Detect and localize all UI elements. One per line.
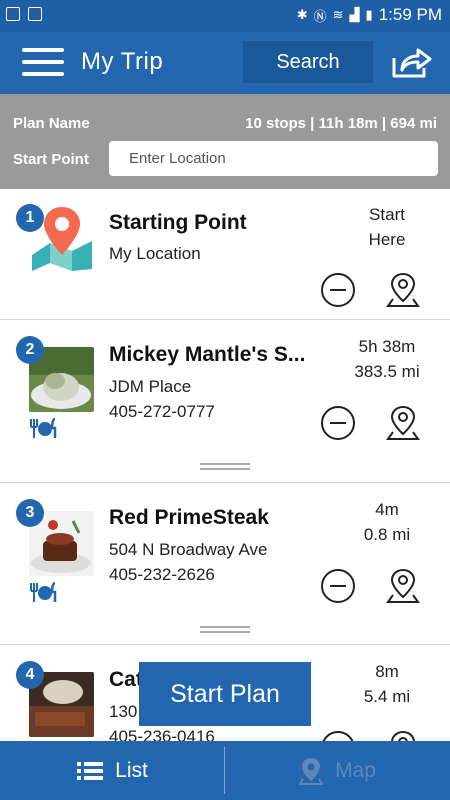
location-pin-icon[interactable] <box>385 271 421 309</box>
stop-name: Starting Point <box>109 211 247 234</box>
status-notification-icons <box>6 7 42 21</box>
gallery-icon <box>6 7 20 21</box>
share-icon[interactable] <box>390 44 432 80</box>
map-pin-icon <box>299 757 324 785</box>
stop-address: 504 N Broadway Ave <box>109 540 268 559</box>
page-title: My Trip <box>81 48 164 75</box>
stop-distance: 0.8 mi <box>363 525 411 544</box>
menu-icon[interactable] <box>22 48 64 78</box>
status-time: 1:59 PM <box>378 5 442 24</box>
stop-item[interactable]: 2 Mickey Mantle's S... JDM Place 405-272… <box>0 321 450 483</box>
stop-time: 4m <box>375 500 399 519</box>
bottom-tab-bar: List Map <box>0 741 450 800</box>
stop-address: JDM Place <box>109 377 192 396</box>
stop-address: My Location <box>109 244 201 263</box>
plan-summary: 10 stops | 11h 18m | 694 mi <box>245 115 437 132</box>
wifi-icon: ≋ <box>332 7 344 22</box>
tab-list-label: List <box>115 758 148 782</box>
restaurant-icon <box>30 581 57 602</box>
stop-number-badge: 2 <box>16 336 44 364</box>
stop-distance: Here <box>368 230 406 249</box>
remove-stop-button[interactable] <box>321 273 355 307</box>
stop-name: Mickey Mantle's S... <box>109 343 306 366</box>
location-pin-icon[interactable] <box>385 404 421 442</box>
remove-stop-button[interactable] <box>321 406 355 440</box>
stop-time: Start <box>369 205 405 224</box>
tab-list[interactable]: List <box>0 741 225 800</box>
start-location-input[interactable] <box>109 141 438 176</box>
stop-time: 8m <box>375 662 399 681</box>
app-bar: My Trip Search <box>0 32 450 94</box>
battery-icon: ▮ <box>365 7 373 22</box>
stop-name: Red PrimeSteak <box>109 506 269 529</box>
remove-stop-button[interactable] <box>321 569 355 603</box>
status-system-icons: ✱ Ⓝ ≋ ▟ ▮ 1:59 PM <box>297 5 442 25</box>
list-icon <box>77 761 104 780</box>
tab-map[interactable]: Map <box>225 741 450 800</box>
plan-name-label: Plan Name <box>13 115 90 132</box>
signal-icon: ▟ <box>349 7 360 22</box>
stop-phone: 405-232-2626 <box>109 565 215 584</box>
plan-info-bar: Plan Name 10 stops | 11h 18m | 694 mi St… <box>0 94 450 189</box>
document-icon <box>28 7 42 21</box>
search-button[interactable]: Search <box>243 41 373 83</box>
drag-handle[interactable] <box>200 463 250 471</box>
stop-item[interactable]: 3 Red PrimeSteak 504 N Broadway Ave 405-… <box>0 484 450 645</box>
start-point-label: Start Point <box>13 151 89 168</box>
stop-number-badge: 1 <box>16 204 44 232</box>
stop-distance: 5.4 mi <box>363 687 411 706</box>
location-pin-icon[interactable] <box>385 567 421 605</box>
status-bar: ✱ Ⓝ ≋ ▟ ▮ 1:59 PM <box>0 0 450 32</box>
restaurant-icon <box>30 417 57 438</box>
stop-address: 130 <box>109 702 138 721</box>
stop-phone: 405-272-0777 <box>109 402 215 421</box>
stop-name: Cat <box>109 668 143 691</box>
stop-number-badge: 3 <box>16 499 44 527</box>
start-plan-button[interactable]: Start Plan <box>139 662 311 726</box>
stop-distance: 383.5 mi <box>354 362 420 381</box>
stop-item[interactable]: 1 Starting Point My Location Start Here <box>0 189 450 320</box>
drag-handle[interactable] <box>200 626 250 634</box>
nfc-icon: Ⓝ <box>313 8 327 24</box>
stop-number-badge: 4 <box>16 661 44 689</box>
stop-time: 5h 38m <box>358 337 416 356</box>
bluetooth-icon: ✱ <box>296 7 308 22</box>
tab-map-label: Map <box>335 758 376 782</box>
